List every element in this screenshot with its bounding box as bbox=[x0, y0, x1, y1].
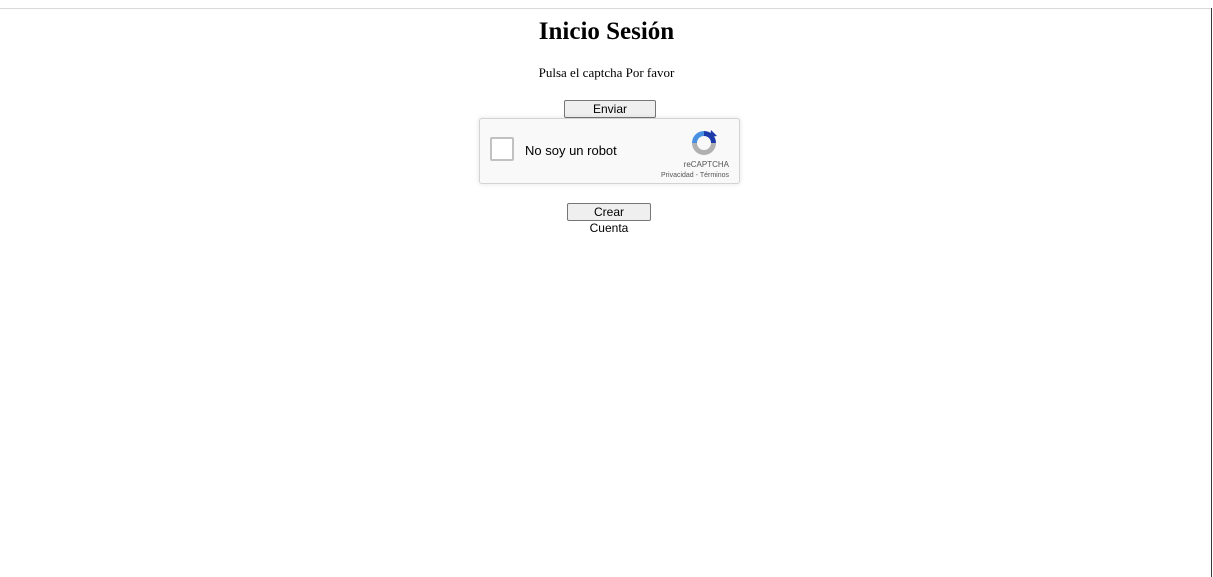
recaptcha-widget: No soy un robot reCAPTCHA Privacidad - T… bbox=[479, 118, 740, 184]
create-account-button[interactable]: Crear Cuenta bbox=[567, 203, 651, 235]
page-title: Inicio Sesión bbox=[538, 18, 675, 45]
send-captcha-button[interactable]: Enviar Captcha bbox=[564, 100, 656, 132]
recaptcha-checkbox-label[interactable]: No soy un robot bbox=[525, 143, 617, 159]
right-border bbox=[1211, 8, 1212, 577]
recaptcha-checkbox[interactable] bbox=[490, 137, 514, 161]
recaptcha-logo-icon bbox=[692, 130, 717, 155]
recaptcha-privacy-link[interactable]: Privacidad bbox=[661, 172, 694, 179]
top-divider bbox=[0, 8, 1211, 9]
captcha-prompt-text: Pulsa el captcha Por favor bbox=[538, 65, 675, 80]
recaptcha-brand-text: reCAPTCHA bbox=[683, 160, 729, 169]
recaptcha-links: Privacidad - Términos bbox=[661, 171, 729, 180]
recaptcha-terms-link[interactable]: Términos bbox=[700, 172, 729, 179]
